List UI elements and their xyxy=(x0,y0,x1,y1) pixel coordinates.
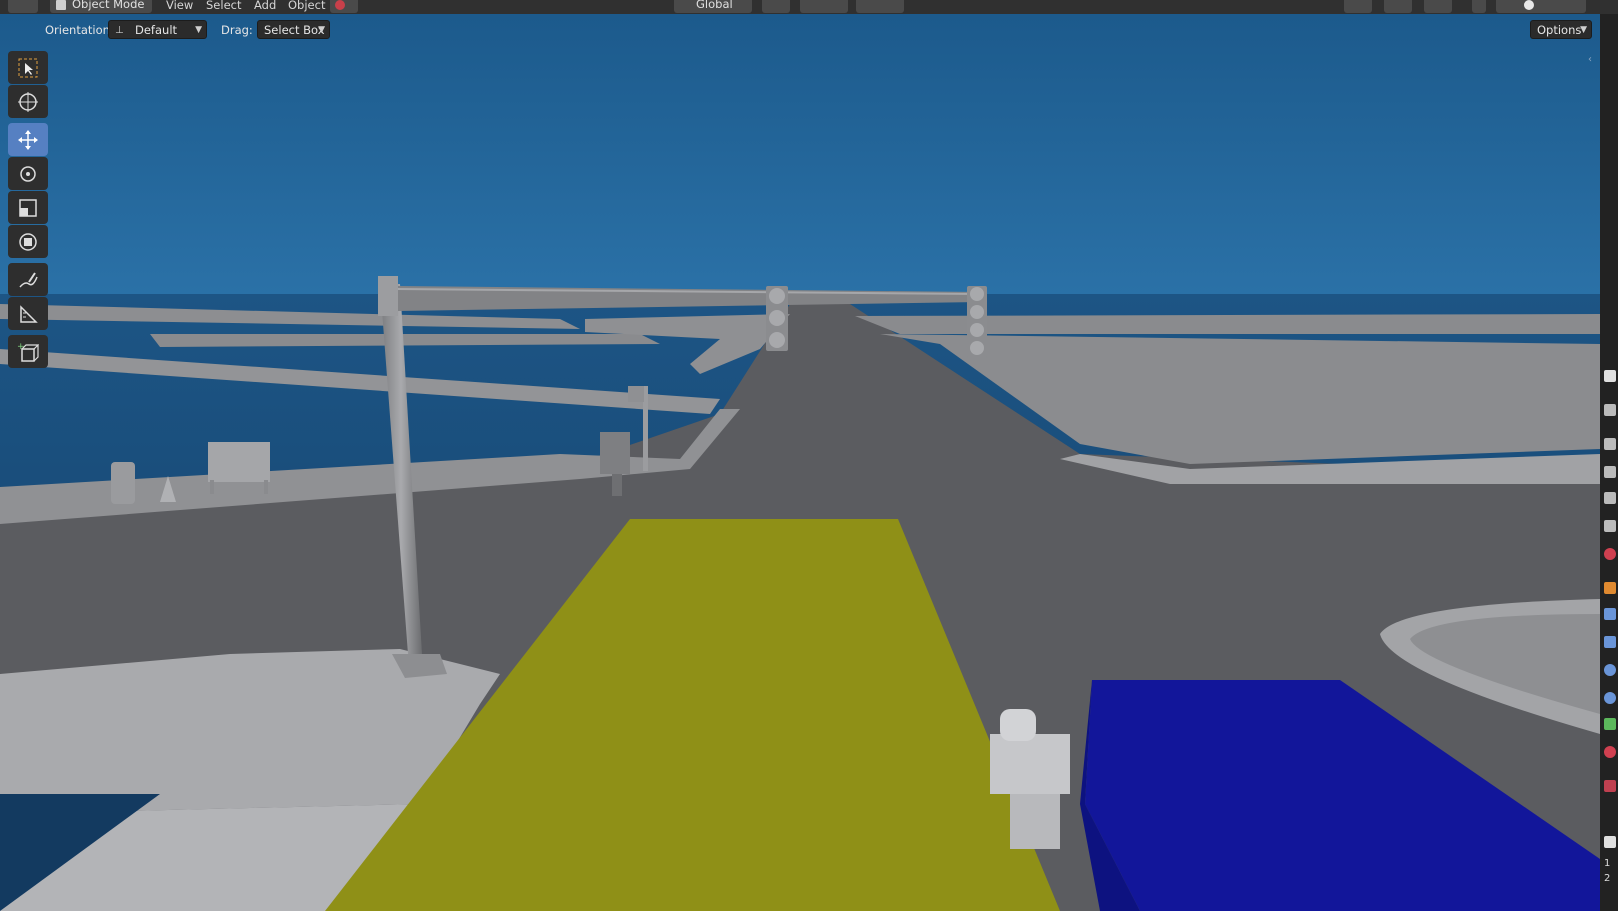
pivot-point-button[interactable] xyxy=(762,0,790,13)
tool-measure[interactable] xyxy=(8,297,48,330)
svg-text:+: + xyxy=(17,342,25,352)
gizmo-button[interactable] xyxy=(1384,0,1412,13)
gizmo-icon xyxy=(335,0,345,10)
modifiers-tab-icon[interactable] xyxy=(1604,608,1616,620)
chevron-down-icon: ▼ xyxy=(195,25,202,35)
transform-orientation-label: Global xyxy=(696,0,733,11)
options-dropdown[interactable]: Options ▼ xyxy=(1530,20,1592,39)
orientation-axes-icon: ⊥ xyxy=(115,25,124,36)
gizmo-toggle-button[interactable] xyxy=(330,0,358,13)
output-tab-icon[interactable] xyxy=(1604,438,1616,450)
row-number: 2 xyxy=(1604,873,1611,884)
scale-icon xyxy=(19,198,37,217)
viewport-header: Object Mode View Select Add Object Globa… xyxy=(0,0,1618,14)
visibility-button[interactable] xyxy=(1344,0,1372,13)
tool-tab-icon[interactable] xyxy=(1604,370,1616,382)
tool-rotate[interactable] xyxy=(8,157,48,190)
cursor-icon xyxy=(18,91,38,112)
tool-scale[interactable] xyxy=(8,191,48,224)
object-tab-icon[interactable] xyxy=(1604,582,1616,594)
texture-tab-icon[interactable] xyxy=(1604,780,1616,792)
tool-move[interactable] xyxy=(8,123,48,156)
orientation-dropdown[interactable]: ⊥ Default ▼ xyxy=(108,20,207,39)
row-number: 1 xyxy=(1604,858,1611,869)
chevron-down-icon: ▼ xyxy=(1580,25,1587,35)
tool-settings-header: Orientation: ⊥ Default ▼ Drag: Select Bo… xyxy=(0,14,1600,44)
object-mode-icon xyxy=(56,0,66,10)
select-box-icon xyxy=(18,58,38,77)
world-tab-icon[interactable] xyxy=(1604,520,1616,532)
move-icon xyxy=(18,129,38,150)
options-label: Options xyxy=(1537,23,1582,37)
tool-select-box[interactable] xyxy=(8,51,48,84)
tool-annotate[interactable] xyxy=(8,263,48,296)
xray-button[interactable] xyxy=(1472,0,1486,13)
transform-orientation-select[interactable]: Global xyxy=(674,0,752,13)
rotate-icon xyxy=(20,165,36,182)
tool-cursor[interactable] xyxy=(8,85,48,118)
add-cube-icon: + xyxy=(17,342,39,362)
properties-tab-strip: ‹ 1 2 xyxy=(1588,14,1618,911)
view-layer-tab-icon[interactable] xyxy=(1604,466,1616,478)
particles-tab-icon[interactable] xyxy=(1604,636,1616,648)
solid-shading-icon xyxy=(1524,0,1534,10)
proportional-edit-button[interactable] xyxy=(856,0,904,13)
annotate-icon xyxy=(19,271,38,287)
orientation-value: Default xyxy=(135,23,178,37)
collection-tab-icon[interactable] xyxy=(1604,548,1616,560)
physics-tab-icon[interactable] xyxy=(1604,664,1616,676)
collapse-sidebar-icon[interactable]: ‹ xyxy=(1588,54,1598,68)
tool-add-cube[interactable]: + xyxy=(8,335,48,368)
drag-dropdown[interactable]: Select Box ▼ xyxy=(257,20,330,39)
menu-select[interactable]: Select xyxy=(206,0,241,13)
material-tab-icon[interactable] xyxy=(1604,746,1616,758)
orientation-label: Orientation: xyxy=(45,23,114,37)
snap-button[interactable] xyxy=(800,0,848,13)
outliner-icon[interactable] xyxy=(1604,836,1616,848)
3d-viewport[interactable] xyxy=(0,14,1600,911)
mode-select[interactable]: Object Mode xyxy=(50,0,152,13)
render-tab-icon[interactable] xyxy=(1604,404,1616,416)
chevron-down-icon: ▼ xyxy=(318,25,325,35)
drag-value: Select Box xyxy=(264,23,325,37)
drag-label: Drag: xyxy=(221,23,253,37)
menu-view[interactable]: View xyxy=(166,0,193,13)
mode-label: Object Mode xyxy=(72,0,145,11)
menu-object[interactable]: Object xyxy=(288,0,325,13)
shading-buttons[interactable] xyxy=(1496,0,1586,13)
transform-icon xyxy=(19,232,37,251)
scene-render xyxy=(0,14,1600,911)
measure-icon xyxy=(20,304,38,323)
data-tab-icon[interactable] xyxy=(1604,718,1616,730)
constraints-tab-icon[interactable] xyxy=(1604,692,1616,704)
tool-transform[interactable] xyxy=(8,225,48,258)
menu-add[interactable]: Add xyxy=(254,0,276,13)
scene-tab-icon[interactable] xyxy=(1604,492,1616,504)
editor-type-button[interactable] xyxy=(8,0,38,13)
overlays-button[interactable] xyxy=(1424,0,1452,13)
